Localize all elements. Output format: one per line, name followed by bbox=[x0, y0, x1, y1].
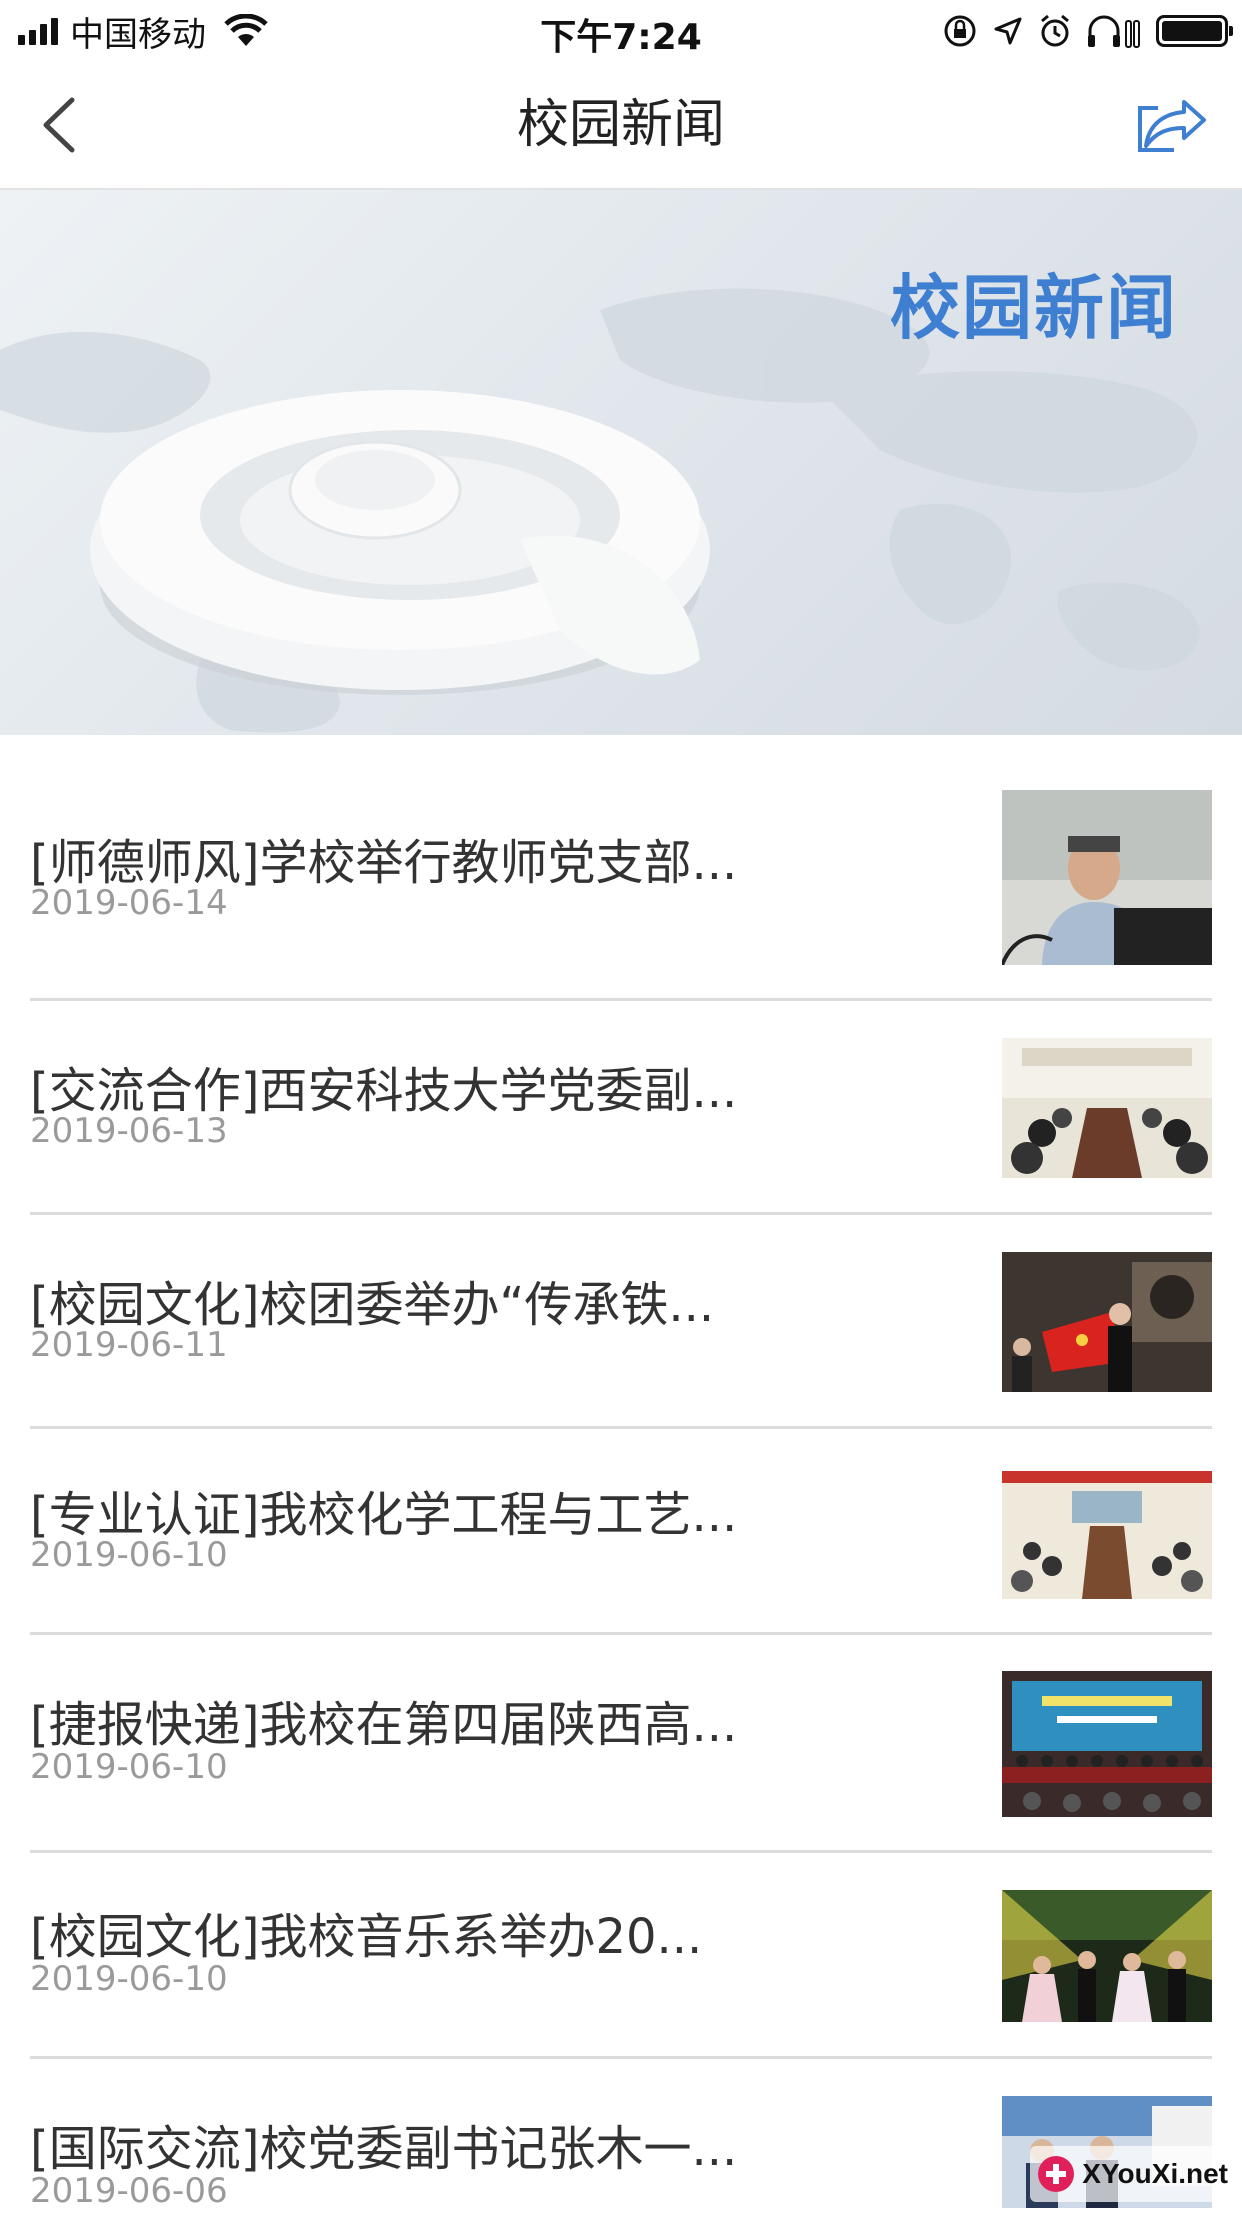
share-button[interactable] bbox=[1134, 92, 1206, 158]
news-headline: [捷报快递]我校在第四届陕西高... bbox=[30, 1697, 738, 1753]
news-date: 2019-06-10 bbox=[30, 1959, 228, 1999]
watermark-text: XYouXi.net bbox=[1082, 2158, 1228, 2189]
status-bar: 中国移动 下午7:24 bbox=[0, 0, 1242, 62]
news-date: 2019-06-10 bbox=[30, 1535, 228, 1575]
banner: 校园新闻 bbox=[0, 190, 1242, 735]
news-item[interactable]: [捷报快递]我校在第四届陕西高... 2019-06-10 bbox=[30, 1635, 1212, 1853]
news-item[interactable]: [师德师风]学校举行教师党支部... 2019-06-14 bbox=[30, 735, 1212, 1001]
news-date: 2019-06-14 bbox=[30, 883, 228, 923]
battery-icon bbox=[1156, 15, 1233, 47]
news-thumbnail bbox=[1002, 1471, 1212, 1599]
news-thumbnail bbox=[1002, 1890, 1212, 2022]
news-item[interactable]: [交流合作]西安科技大学党委副... 2019-06-13 bbox=[30, 1001, 1212, 1215]
location-icon bbox=[994, 17, 1022, 45]
news-item[interactable]: [校园文化]我校音乐系举办20... 2019-06-10 bbox=[30, 1853, 1212, 2059]
news-date: 2019-06-13 bbox=[30, 1111, 228, 1151]
news-thumbnail bbox=[1002, 1038, 1212, 1178]
news-item[interactable]: [专业认证]我校化学工程与工艺... 2019-06-10 bbox=[30, 1429, 1212, 1635]
headphones-icon bbox=[1088, 15, 1140, 48]
status-right bbox=[942, 10, 1233, 52]
news-date: 2019-06-06 bbox=[30, 2171, 228, 2211]
page-title: 校园新闻 bbox=[516, 95, 725, 155]
news-date: 2019-06-10 bbox=[30, 1747, 228, 1787]
news-date: 2019-06-11 bbox=[30, 1325, 228, 1365]
gamepad-icon bbox=[1038, 2156, 1075, 2192]
news-thumbnail bbox=[1002, 1252, 1212, 1392]
news-thumbnail bbox=[1002, 790, 1212, 965]
watermark: XYouXi.net bbox=[1030, 2146, 1234, 2202]
news-headline: [校园文化]我校音乐系举办20... bbox=[30, 1909, 703, 1965]
banner-title: 校园新闻 bbox=[890, 267, 1178, 349]
alarm-icon bbox=[1041, 14, 1069, 47]
news-item[interactable]: [校园文化]校团委举办“传承铁... 2019-06-11 bbox=[30, 1215, 1212, 1429]
news-headline: [国际交流]校党委副书记张木一... bbox=[30, 2121, 738, 2177]
rotation-lock-icon bbox=[944, 15, 976, 47]
navigation-bar: 校园新闻 bbox=[0, 62, 1242, 190]
news-thumbnail bbox=[1002, 1671, 1212, 1817]
